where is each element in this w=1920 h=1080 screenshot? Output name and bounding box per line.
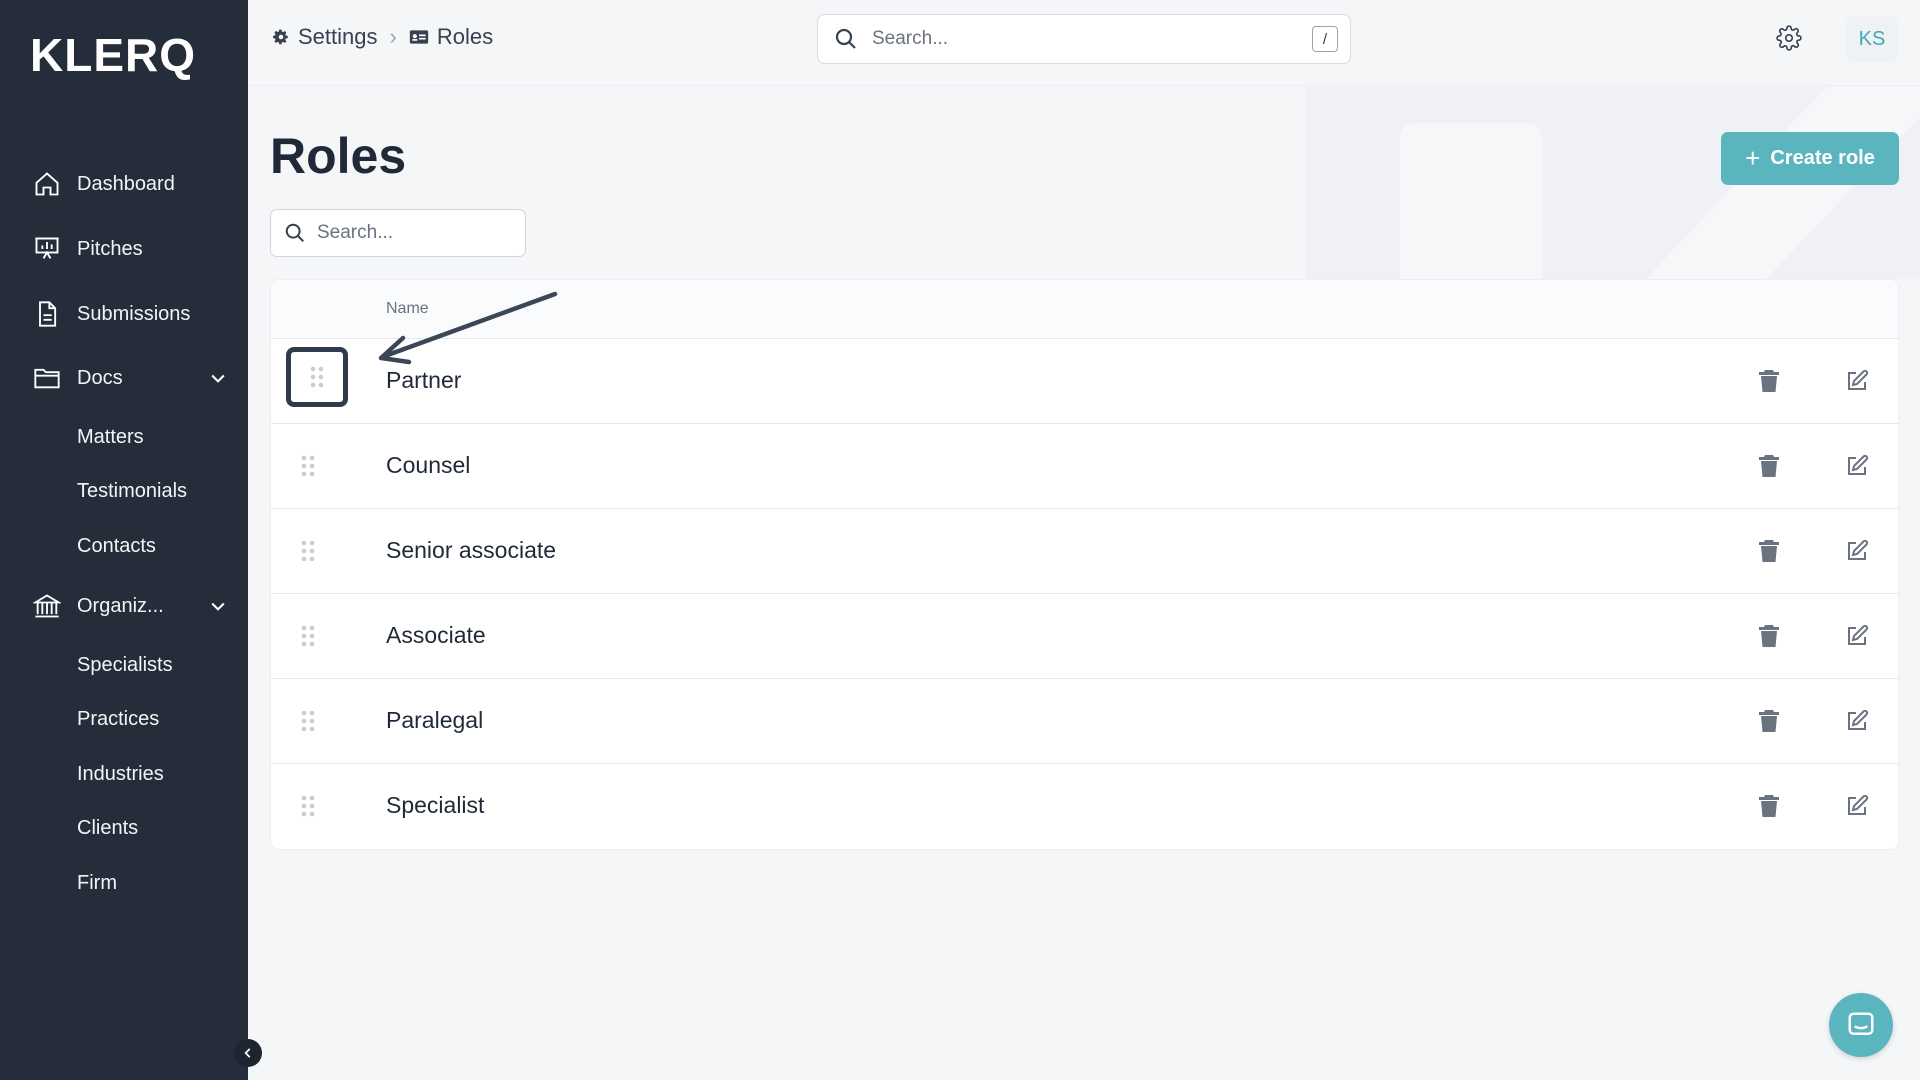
trash-icon[interactable] [1758,454,1780,483]
role-name: Specialist [386,792,485,818]
drag-handle-icon [310,366,324,388]
drag-handle[interactable] [299,624,317,648]
chat-icon [1848,1012,1874,1035]
roles-search-input[interactable] [317,222,507,244]
collapse-sidebar-button[interactable] [234,1039,262,1067]
breadcrumb-separator-icon: › [389,24,397,49]
edit-icon[interactable] [1845,369,1869,398]
home-icon [32,169,62,199]
top-header: Settings › Roles / KS [248,0,1920,86]
create-role-label: Create role [1770,147,1875,169]
drag-handle[interactable] [299,539,317,563]
breadcrumb-label: Roles [436,24,494,49]
edit-icon[interactable] [1845,709,1869,738]
sidebar-item-label: Dashboard [77,172,175,195]
sidebar-item-specialists[interactable]: Specialists [77,654,173,677]
sidebar-item-label: Docs [77,366,123,389]
page-title: Roles [270,128,407,184]
sidebar-item-dashboard[interactable]: Dashboard [32,164,228,204]
global-search-input[interactable] [872,28,1292,50]
breadcrumb-settings[interactable]: Settings [272,24,378,50]
table-row[interactable]: Senior associate [271,509,1898,594]
drag-handle[interactable] [299,709,317,733]
trash-icon[interactable] [1758,369,1780,398]
plus-icon: + [1745,143,1761,173]
sidebar-item-industries[interactable]: Industries [77,763,164,786]
drag-handle-icon [301,795,315,817]
drag-handle-icon [301,625,315,647]
trash-icon[interactable] [1758,539,1780,568]
folder-icon [32,363,62,393]
trash-icon[interactable] [1758,709,1780,738]
sidebar-item-label: Submissions [77,302,191,325]
sidebar-item-pitches[interactable]: Pitches [32,229,228,269]
role-name: Partner [386,367,462,393]
edit-icon[interactable] [1845,624,1869,653]
presentation-icon [32,234,62,264]
table-row[interactable]: Associate [271,594,1898,679]
edit-icon[interactable] [1845,539,1869,568]
document-icon [32,299,62,329]
trash-icon[interactable] [1758,794,1780,823]
table-row[interactable]: Paralegal [271,679,1898,764]
drag-handle-icon [301,455,315,477]
sidebar-item-practices[interactable]: Practices [77,708,159,731]
sidebar-item-firm[interactable]: Firm [77,872,117,895]
table-row[interactable]: Specialist [271,764,1898,849]
search-icon [285,223,304,242]
chevron-left-icon [244,1048,251,1058]
role-name: Senior associate [386,537,557,563]
sidebar-item-label: Pitches [77,237,143,260]
sidebar-item-docs[interactable]: Docs [32,358,228,398]
id-card-icon [409,30,428,44]
search-icon [835,28,856,49]
sidebar-item-organization[interactable]: Organiz... [32,586,228,626]
logo[interactable]: KLERQ [30,28,196,82]
breadcrumb: Settings › Roles [272,24,493,50]
edit-icon[interactable] [1845,794,1869,823]
role-name: Paralegal [386,707,484,733]
table-row[interactable]: Counsel [271,424,1898,509]
trash-icon[interactable] [1758,624,1780,653]
create-role-button[interactable]: + Create role [1721,132,1899,185]
sidebar-item-contacts[interactable]: Contacts [77,535,156,558]
search-shortcut-key: / [1312,26,1338,52]
gear-icon [273,29,288,45]
drag-handle-icon [301,710,315,732]
drag-handle[interactable] [299,794,317,818]
bank-icon [32,591,62,621]
column-header-name[interactable]: Name [386,300,429,318]
sidebar-item-submissions[interactable]: Submissions [32,294,228,334]
decorative-shape [1400,123,1542,279]
breadcrumb-roles[interactable]: Roles [409,24,493,50]
global-search[interactable]: / [817,14,1351,64]
sidebar-item-testimonials[interactable]: Testimonials [77,480,187,503]
main-content: Roles + Create role Name Partner Counsel [248,87,1920,1080]
roles-table: Name Partner Counsel Senior associate As… [270,279,1899,850]
sidebar-item-matters[interactable]: Matters [77,426,144,449]
edit-icon[interactable] [1845,454,1869,483]
drag-handle-icon [301,540,315,562]
table-header: Name [271,280,1898,339]
sidebar: KLERQ Dashboard Pitches Submissions Docs… [0,0,248,1080]
avatar[interactable]: KS [1846,16,1898,62]
sidebar-item-clients[interactable]: Clients [77,817,138,840]
chevron-down-icon[interactable] [208,596,228,621]
table-row[interactable]: Partner [271,339,1898,424]
breadcrumb-label: Settings [298,24,378,49]
sidebar-item-label: Organiz... [77,594,164,617]
role-name: Associate [386,622,486,648]
settings-gear-icon[interactable] [1776,25,1802,56]
drag-handle[interactable] [299,454,317,478]
drag-handle[interactable] [286,347,348,407]
chevron-down-icon[interactable] [208,368,228,393]
role-name: Counsel [386,452,471,478]
roles-search[interactable] [270,209,526,257]
chat-support-button[interactable] [1829,993,1893,1057]
